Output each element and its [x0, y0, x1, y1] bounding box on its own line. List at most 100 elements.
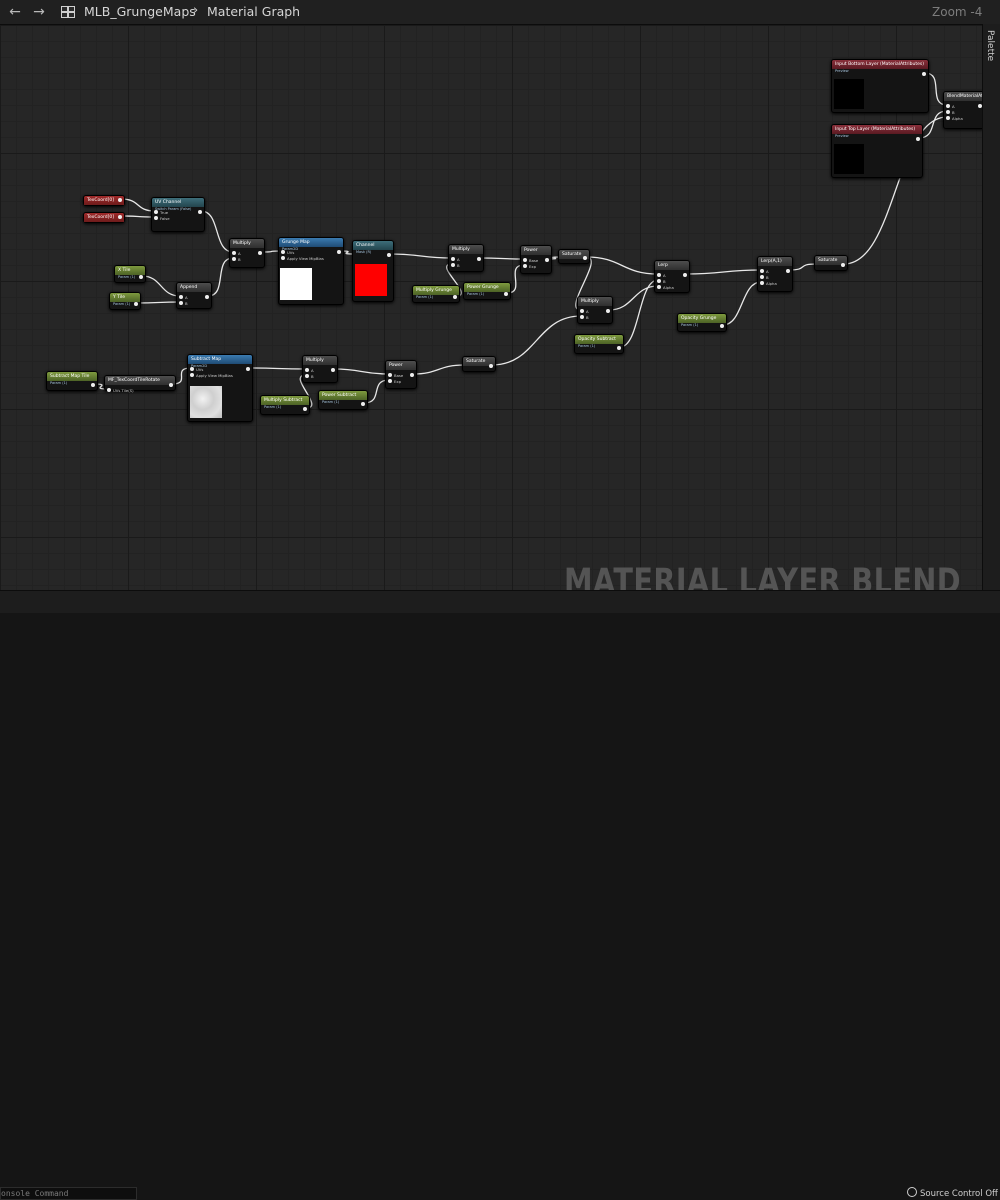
input-pin[interactable] — [388, 373, 392, 377]
node-lerp1[interactable]: Lerp A B Alpha — [654, 260, 690, 293]
input-pin[interactable] — [305, 368, 309, 372]
output-pin[interactable] — [617, 346, 621, 350]
input-pin[interactable] — [388, 379, 392, 383]
wire-multiply2-power1[interactable] — [479, 257, 525, 260]
wire-saturate1-lerp1[interactable] — [585, 256, 659, 275]
input-pin[interactable] — [190, 373, 194, 377]
wire-opacitygrunge-lerp2[interactable] — [722, 281, 762, 326]
node-lerp2[interactable]: Lerp(A,1) A B Alpha — [757, 256, 793, 292]
wire-subtractmap-multiply4[interactable] — [248, 367, 307, 370]
output-pin[interactable] — [387, 253, 391, 257]
output-pin[interactable] — [134, 302, 138, 306]
output-pin[interactable] — [337, 250, 341, 254]
input-pin[interactable] — [760, 275, 764, 279]
console-input[interactable]: onsole Command — [0, 1187, 137, 1200]
input-pin[interactable] — [657, 273, 661, 277]
node-powersubtract[interactable]: Power Subtract Param (1) — [318, 390, 368, 410]
wire-opacitysub-lerp1[interactable] — [619, 279, 659, 348]
wire-lerp2-saturate2[interactable] — [788, 263, 817, 271]
node-power1[interactable]: Power Base Exp — [520, 245, 552, 274]
node-saturate1[interactable]: Saturate — [558, 249, 590, 264]
output-pin[interactable] — [606, 309, 610, 313]
palette-tab[interactable]: Palette — [982, 24, 1000, 590]
output-pin[interactable] — [916, 137, 920, 141]
breadcrumb-root[interactable]: MLB_GrungeMaps — [84, 4, 196, 19]
output-pin[interactable] — [489, 364, 493, 368]
input-pin[interactable] — [451, 257, 455, 261]
wire-multiply4-power2[interactable] — [333, 368, 390, 375]
output-pin[interactable] — [205, 295, 209, 299]
output-pin[interactable] — [786, 269, 790, 273]
wire-saturate3-multiply3[interactable] — [491, 315, 582, 366]
node-multiply2[interactable]: Multiply A B — [448, 244, 484, 272]
input-pin[interactable] — [657, 279, 661, 283]
output-pin[interactable] — [361, 402, 365, 406]
input-pin[interactable] — [154, 210, 158, 214]
input-pin[interactable] — [281, 250, 285, 254]
input-pin[interactable] — [523, 258, 527, 262]
output-pin[interactable] — [477, 257, 481, 261]
node-opacitygrunge[interactable]: Opacity Grunge Param (1) — [677, 313, 727, 332]
wire-texcoord2-uvchannel[interactable] — [120, 215, 156, 218]
output-pin[interactable] — [118, 198, 122, 202]
output-pin[interactable] — [453, 295, 457, 299]
node-opacitysub[interactable]: Opacity Subtract Param (1) — [574, 334, 624, 354]
output-pin[interactable] — [504, 292, 508, 296]
node-multiply4[interactable]: Multiply A B — [302, 355, 338, 383]
output-pin[interactable] — [118, 215, 122, 219]
source-control-status[interactable]: Source Control Off — [907, 1187, 998, 1199]
output-pin[interactable] — [841, 263, 845, 267]
wire-tiling2-append[interactable] — [136, 301, 181, 304]
output-pin[interactable] — [683, 273, 687, 277]
node-mulgrunge[interactable]: Multiply Grunge Param (1) — [412, 285, 460, 303]
output-pin[interactable] — [246, 367, 250, 371]
node-tiling2[interactable]: Y Tile Param (1) — [109, 292, 141, 310]
graph-canvas[interactable]: TexCoord[0] TexCoord[0] UV Channel Switch P… — [0, 25, 982, 590]
output-pin[interactable] — [198, 210, 202, 214]
input-pin[interactable] — [305, 374, 309, 378]
input-pin[interactable] — [107, 388, 111, 392]
input-pin[interactable] — [946, 104, 950, 108]
input-pin[interactable] — [179, 295, 183, 299]
node-saturate2[interactable]: Saturate — [814, 255, 848, 271]
input-pin[interactable] — [232, 251, 236, 255]
output-pin[interactable] — [169, 383, 173, 387]
node-saturate3[interactable]: Saturate — [462, 356, 496, 372]
output-pin[interactable] — [91, 383, 95, 387]
input-pin[interactable] — [580, 315, 584, 319]
wire-texcoord1-uvchannel[interactable] — [120, 198, 156, 212]
output-pin[interactable] — [583, 256, 587, 260]
output-pin[interactable] — [139, 275, 143, 279]
node-blend[interactable]: BlendMaterialAttributes ABAlpha — [943, 91, 982, 129]
material-graph-icon[interactable] — [61, 6, 75, 18]
output-pin[interactable] — [720, 324, 724, 328]
input-pin[interactable] — [451, 263, 455, 267]
wire-lerp1-lerp2[interactable] — [685, 269, 762, 275]
node-power2[interactable]: Power Base Exp — [385, 360, 417, 389]
node-subtractmapsize[interactable]: Subtract Map Tile Param (1) — [46, 371, 98, 391]
input-pin[interactable] — [523, 264, 527, 268]
input-pin[interactable] — [232, 257, 236, 261]
input-pin[interactable] — [946, 116, 950, 120]
node-append[interactable]: Append A B — [176, 282, 212, 309]
node-tiling3[interactable]: MF_TexCoordTileRotate UVs Tile(S) — [104, 375, 176, 393]
input-pin[interactable] — [154, 216, 158, 220]
node-texcoord1[interactable]: TexCoord[0] — [83, 195, 125, 206]
node-mulsubtract[interactable]: Multiply Subtract Param (1) — [260, 395, 310, 415]
input-pin[interactable] — [760, 281, 764, 285]
node-texcoord2[interactable]: TexCoord[0] — [83, 212, 125, 223]
node-powergrunge[interactable]: Power Grunge Param (1) — [463, 282, 511, 300]
node-multiply1[interactable]: Multiply A B — [229, 238, 265, 268]
breadcrumb-leaf[interactable]: Material Graph — [207, 4, 300, 19]
output-pin[interactable] — [258, 251, 262, 255]
input-pin[interactable] — [190, 367, 194, 371]
wire-tiling1-append[interactable] — [141, 275, 181, 297]
input-pin[interactable] — [760, 269, 764, 273]
node-uvchannel[interactable]: UV Channel Switch Param (False) True False — [151, 197, 205, 232]
output-pin[interactable] — [545, 258, 549, 262]
wire-multiply3-lerp1[interactable] — [608, 285, 659, 311]
arrow-left-icon[interactable]: ← — [6, 3, 24, 21]
input-pin[interactable] — [657, 285, 661, 289]
output-pin[interactable] — [922, 72, 926, 76]
input-pin[interactable] — [281, 256, 285, 260]
